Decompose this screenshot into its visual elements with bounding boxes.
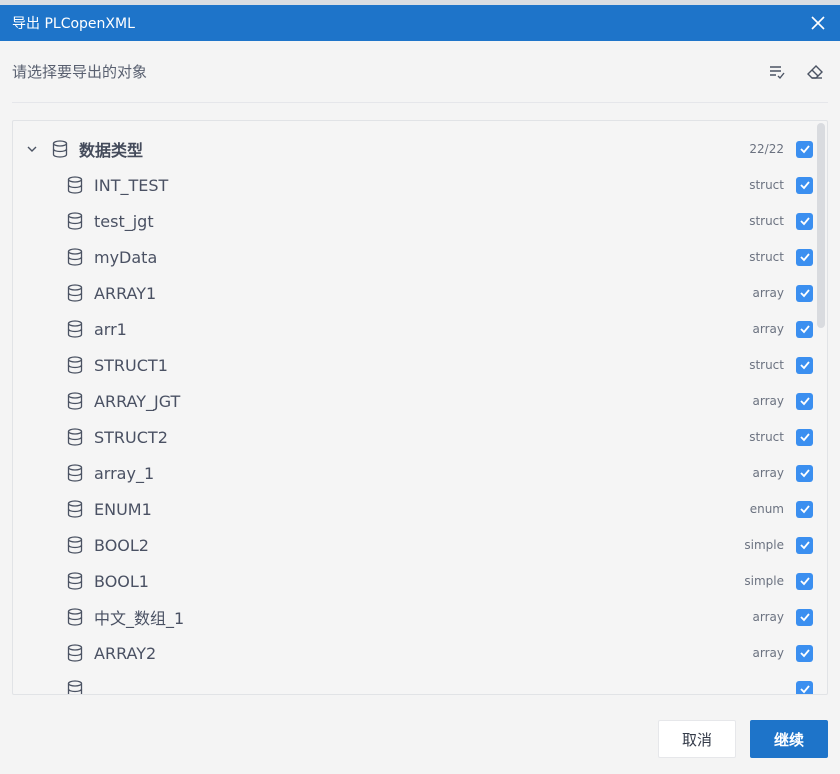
select-prompt: 请选择要导出的对象 (12, 63, 148, 81)
type-tag: struct (749, 358, 784, 372)
type-tag: array (752, 646, 784, 660)
tree-item-partial[interactable] (13, 671, 815, 694)
tree-item-label: ARRAY2 (94, 643, 157, 663)
checkbox-checked[interactable] (796, 356, 813, 374)
checkbox-checked[interactable] (796, 608, 813, 626)
type-tag: simple (744, 574, 784, 588)
type-tag: simple (744, 538, 784, 552)
database-icon (66, 428, 84, 446)
tree-item[interactable]: BOOL2 simple (13, 527, 815, 563)
database-icon (51, 140, 69, 158)
tree-item[interactable]: INT_TEST struct (13, 167, 815, 203)
cancel-button[interactable]: 取消 (658, 720, 736, 758)
dialog-footer: 取消 继续 (0, 720, 840, 760)
selection-count: 22/22 (749, 142, 784, 156)
tree-item[interactable]: array_1 array (13, 455, 815, 491)
database-icon (66, 644, 84, 662)
dialog-header: 请选择要导出的对象 (12, 41, 828, 103)
tree-item[interactable]: ARRAY2 array (13, 635, 815, 671)
tree-item-label: BOOL2 (94, 535, 149, 555)
type-tag: struct (749, 250, 784, 264)
tree-item-label: myData (94, 247, 158, 267)
database-icon (66, 464, 84, 482)
database-icon (66, 356, 84, 374)
checkbox-checked[interactable] (796, 500, 813, 518)
type-tag: struct (749, 214, 784, 228)
continue-button[interactable]: 继续 (750, 720, 828, 758)
checkbox-checked[interactable] (796, 680, 813, 694)
database-icon (66, 500, 84, 518)
eraser-icon[interactable] (802, 59, 828, 85)
tree-item-label: STRUCT1 (94, 355, 168, 375)
checkbox-checked[interactable] (796, 284, 813, 302)
database-icon (66, 212, 84, 230)
checkbox-checked[interactable] (796, 140, 813, 158)
tree-item[interactable]: myData struct (13, 239, 815, 275)
database-icon (66, 536, 84, 554)
checkbox-checked[interactable] (796, 176, 813, 194)
tree-item[interactable]: STRUCT1 struct (13, 347, 815, 383)
tree-item-label: INT_TEST (94, 175, 169, 195)
database-icon (66, 320, 84, 338)
tree-item[interactable]: ARRAY1 array (13, 275, 815, 311)
tree-item[interactable]: STRUCT2 struct (13, 419, 815, 455)
type-tag: array (752, 286, 784, 300)
database-icon (66, 284, 84, 302)
tree-item-label: ARRAY1 (94, 283, 157, 303)
tree-item[interactable]: BOOL1 simple (13, 563, 815, 599)
checkbox-checked[interactable] (796, 464, 813, 482)
checkbox-checked[interactable] (796, 392, 813, 410)
dialog-title: 导出 PLCopenXML (12, 16, 135, 32)
sort-check-icon[interactable] (764, 59, 790, 85)
tree-item-label: 中文_数组_1 (94, 609, 185, 628)
export-dialog: 导出 PLCopenXML 请选择要导出的对象 数据类型 22/22 INT_T… (0, 5, 840, 774)
tree-item[interactable]: ARRAY_JGT array (13, 383, 815, 419)
checkbox-checked[interactable] (796, 320, 813, 338)
checkbox-checked[interactable] (796, 428, 813, 446)
database-icon (66, 572, 84, 590)
checkbox-checked[interactable] (796, 248, 813, 266)
tree-item-label: STRUCT2 (94, 427, 168, 447)
tree-scrollbar[interactable] (817, 123, 825, 328)
tree-item-label: BOOL1 (94, 571, 149, 591)
tree-item[interactable]: ENUM1 enum (13, 491, 815, 527)
checkbox-checked[interactable] (796, 212, 813, 230)
database-icon (66, 680, 84, 694)
tree-root-datatypes[interactable]: 数据类型 22/22 (13, 131, 815, 167)
database-icon (66, 176, 84, 194)
tree-item-label: arr1 (94, 319, 127, 339)
database-icon (66, 392, 84, 410)
tree-item[interactable]: 中文_数组_1 array (13, 599, 815, 635)
checkbox-checked[interactable] (796, 572, 813, 590)
chevron-down-icon[interactable] (23, 140, 41, 158)
close-icon[interactable] (808, 13, 828, 33)
type-tag: struct (749, 178, 784, 192)
tree-item-label: ARRAY_JGT (94, 391, 181, 411)
tree-item-label: array_1 (94, 463, 155, 483)
checkbox-checked[interactable] (796, 536, 813, 554)
type-tag: enum (749, 502, 784, 516)
checkbox-checked[interactable] (796, 644, 813, 662)
tree-root-label: 数据类型 (79, 141, 144, 160)
dialog-titlebar: 导出 PLCopenXML (0, 5, 840, 41)
tree-item-label: test_jgt (94, 211, 154, 231)
tree-item[interactable]: test_jgt struct (13, 203, 815, 239)
type-tag: array (752, 322, 784, 336)
type-tag: array (752, 394, 784, 408)
database-icon (66, 608, 84, 626)
tree-item[interactable]: arr1 array (13, 311, 815, 347)
export-tree: 数据类型 22/22 INT_TEST struct test_jgt stru… (12, 120, 828, 695)
type-tag: struct (749, 430, 784, 444)
database-icon (66, 248, 84, 266)
type-tag: array (752, 610, 784, 624)
tree-item-label: ENUM1 (94, 499, 152, 519)
type-tag: array (752, 466, 784, 480)
